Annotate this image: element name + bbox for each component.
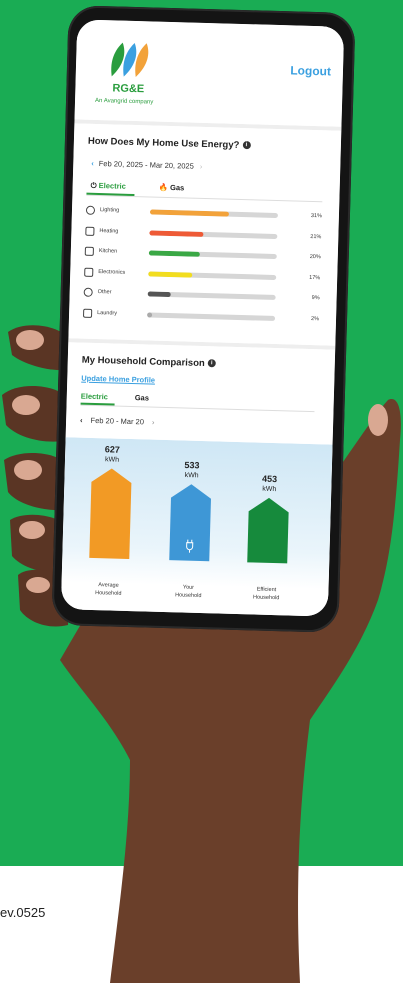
usage-title-text: How Does My Home Use Energy?	[87, 135, 240, 151]
tab-electric[interactable]: Electric	[81, 392, 108, 402]
usage-row-label: Electronics	[98, 268, 126, 276]
bulb-icon	[85, 205, 96, 215]
usage-row-percent: 9%	[311, 295, 320, 302]
usage-date-range: ‹ Feb 20, 2025 - Mar 20, 2025 ›	[91, 159, 202, 171]
comparison-date-text: Feb 20 - Mar 20	[90, 415, 145, 427]
tab-electric-label: Electric	[98, 181, 126, 191]
comparison-title: My Household Comparison i	[82, 355, 216, 370]
phone-frame: RG&E An Avangrid company Logout How Does…	[51, 5, 356, 633]
chart-category-label: Average	[98, 582, 119, 589]
oven-icon	[84, 246, 94, 256]
usage-date-text: Feb 20, 2025 - Mar 20, 2025	[98, 159, 194, 171]
usage-row-label: Heating	[99, 227, 119, 235]
washer-icon	[83, 308, 93, 318]
chart-category-label: Household	[253, 594, 279, 601]
usage-row-percent: 17%	[309, 274, 321, 281]
chevron-right-icon[interactable]: ›	[152, 418, 155, 427]
chart-value-label: 453	[262, 474, 277, 484]
chart-category-label: Household	[175, 592, 201, 599]
usage-bar-track	[148, 270, 277, 280]
usage-tabs: ⏻ Electric 🔥 Gas	[86, 178, 323, 203]
usage-bar-fill	[147, 291, 171, 298]
usage-row-percent: 2%	[311, 315, 320, 322]
usage-row-percent: 21%	[310, 233, 322, 240]
usage-row-label: Lighting	[99, 207, 120, 214]
usage-bar-track	[149, 229, 278, 239]
chevron-right-icon[interactable]: ›	[200, 162, 203, 171]
active-tab-indicator	[80, 402, 115, 406]
house-icon	[85, 226, 95, 236]
usage-bar-track	[149, 209, 278, 219]
usage-bar-fill	[149, 209, 230, 217]
usage-bar-track	[147, 311, 276, 321]
usage-bar-fill	[149, 229, 204, 237]
tab-gas[interactable]: 🔥 Gas	[159, 183, 185, 193]
info-icon[interactable]: i	[207, 359, 216, 368]
household-comparison-card: My Household Comparison i Update Home Pro…	[60, 342, 336, 617]
usage-row-label: Other	[97, 289, 112, 296]
phone-screen: RG&E An Avangrid company Logout How Does…	[60, 19, 345, 617]
comparison-date-range: ‹ Feb 20 - Mar 20 ›	[80, 416, 155, 427]
chart-value-label: 533	[184, 460, 199, 470]
usage-bar-fill	[148, 270, 192, 278]
chart-category-label: Household	[95, 590, 121, 597]
energy-usage-card: How Does My Home Use Energy? i ‹ Feb 20, 2…	[68, 123, 342, 346]
usage-list: Lighting 31% Heating 21% Kitchen 20% Ele…	[83, 205, 326, 336]
chevron-left-icon[interactable]: ‹	[80, 416, 83, 425]
usage-row-percent: 20%	[309, 253, 321, 261]
update-home-profile-link[interactable]: Update Home Profile	[81, 374, 155, 385]
comparison-title-text: My Household Comparison	[81, 354, 205, 370]
chart-value-label: 627	[105, 444, 120, 454]
usage-row-label: Kitchen	[98, 248, 118, 255]
chart-category-label: Efficient	[257, 587, 277, 594]
usage-bar-track	[147, 291, 276, 301]
app-header: RG&E An Avangrid company Logout	[74, 19, 345, 127]
plug-icon: ⏻	[90, 180, 97, 190]
tab-electric[interactable]: ⏻ Electric	[91, 181, 126, 192]
usage-bar-track	[148, 250, 277, 260]
monitor-icon	[84, 267, 94, 277]
brand-name: RG&E	[112, 82, 145, 96]
chart-category-label: Your	[183, 585, 194, 591]
flame-icon: 🔥	[158, 182, 169, 192]
usage-row-label: Laundry	[97, 309, 118, 317]
brand-tagline: An Avangrid company	[94, 97, 154, 106]
other-icon	[83, 287, 93, 297]
usage-bar-fill	[147, 311, 153, 318]
info-icon[interactable]: i	[242, 141, 251, 150]
usage-card-title: How Does My Home Use Energy? i	[88, 136, 251, 152]
rge-logo-icon	[111, 42, 149, 78]
chart-unit-label: kWh	[185, 472, 199, 479]
logout-button[interactable]: Logout	[290, 63, 331, 78]
chevron-left-icon[interactable]: ‹	[91, 159, 94, 168]
chart-unit-label: kWh	[105, 456, 119, 463]
chart-unit-label: kWh	[262, 486, 276, 493]
active-tab-indicator	[86, 192, 135, 197]
revision-text: ev.0525	[0, 905, 46, 920]
usage-row-percent: 31%	[310, 212, 322, 220]
tab-gas-label: Gas	[169, 183, 185, 193]
usage-bar-fill	[148, 250, 201, 257]
tab-gas[interactable]: Gas	[135, 393, 149, 402]
comparison-chart: 627kWhAverageHousehold533kWhYourHousehol…	[61, 437, 333, 601]
chart-bar-0	[89, 468, 132, 560]
comparison-tabs: Electric Gas	[80, 390, 315, 413]
